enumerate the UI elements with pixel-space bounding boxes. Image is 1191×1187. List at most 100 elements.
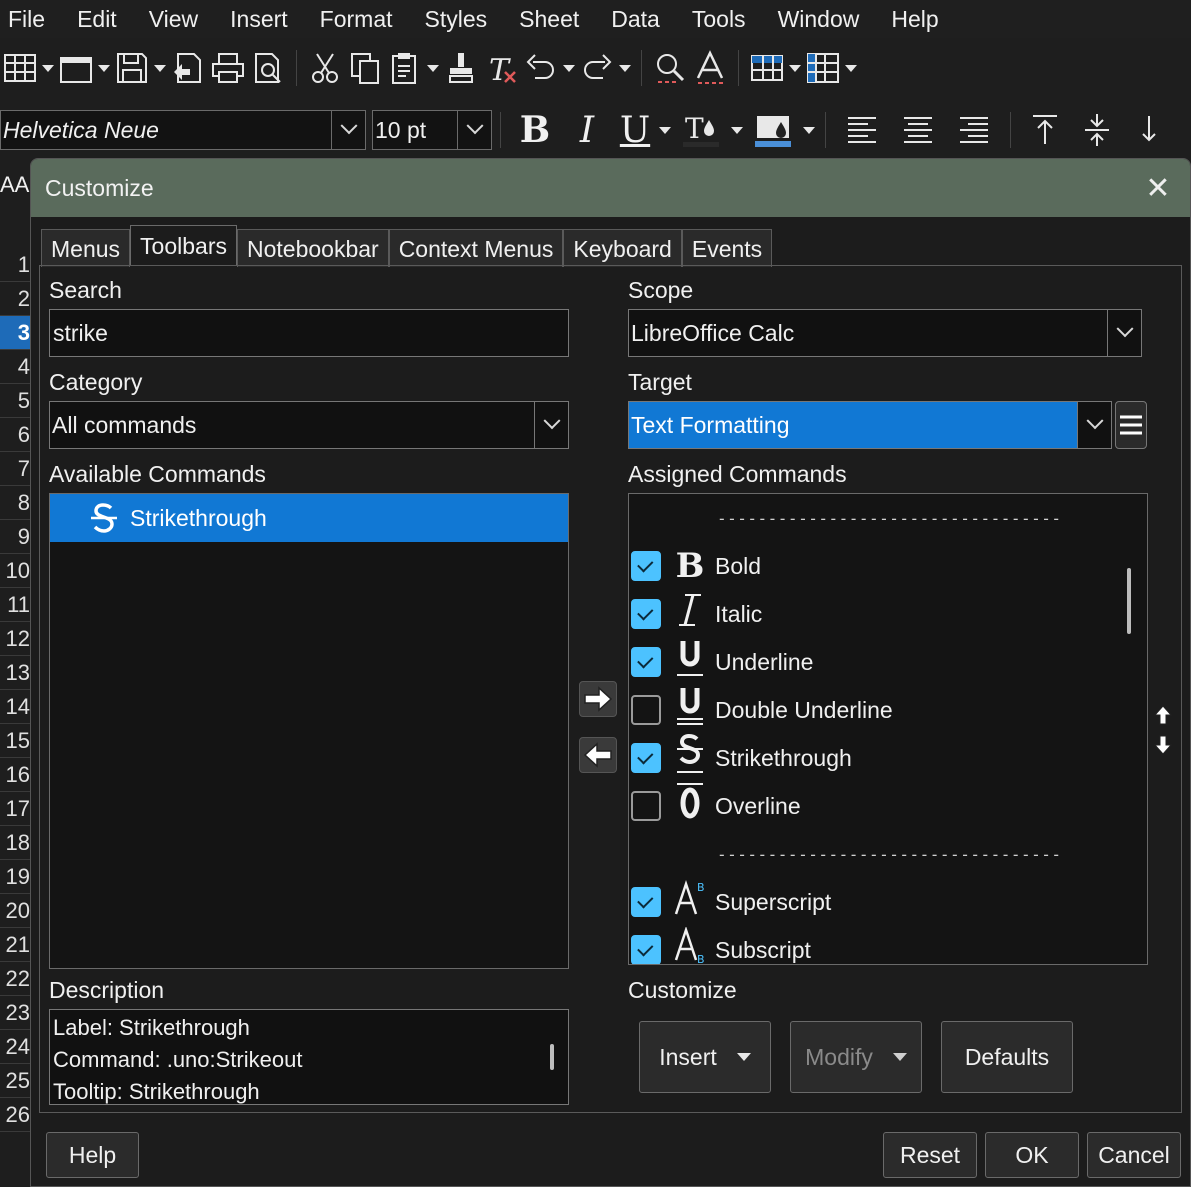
- row-header[interactable]: 2: [0, 282, 30, 316]
- list-item[interactable]: B Superscript: [629, 878, 1147, 926]
- menu-file[interactable]: File: [0, 0, 61, 38]
- background-color-icon[interactable]: [745, 108, 801, 152]
- tab-menus[interactable]: Menus: [41, 229, 131, 267]
- row-header[interactable]: 6: [0, 418, 30, 452]
- dialog-title-bar[interactable]: Customize ✕: [31, 159, 1190, 217]
- clear-formatting-icon[interactable]: T: [481, 46, 521, 90]
- undo-icon[interactable]: [521, 46, 561, 90]
- assigned-commands-list[interactable]: ---------------------------------- B Bol…: [628, 493, 1148, 965]
- paste-dropdown-caret[interactable]: [425, 46, 441, 90]
- category-dropdown[interactable]: All commands: [49, 401, 569, 449]
- menu-styles[interactable]: Styles: [409, 0, 504, 38]
- freeze-icon[interactable]: [803, 46, 843, 90]
- scrollbar-thumb[interactable]: [550, 1044, 554, 1070]
- available-commands-list[interactable]: Strikethrough: [49, 493, 569, 969]
- font-name-combobox[interactable]: Helvetica Neue: [0, 110, 366, 150]
- row-header[interactable]: 1: [0, 248, 30, 282]
- align-center-icon[interactable]: [890, 108, 946, 152]
- move-down-button[interactable]: [1152, 734, 1174, 756]
- row-header[interactable]: 8: [0, 486, 30, 520]
- open-dropdown-caret[interactable]: [96, 46, 112, 90]
- redo-dropdown-caret[interactable]: [617, 46, 633, 90]
- insert-button[interactable]: Insert: [639, 1021, 771, 1093]
- row-header[interactable]: 26: [0, 1098, 30, 1132]
- add-command-button[interactable]: [579, 681, 617, 717]
- background-color-dropdown-caret[interactable]: [801, 108, 817, 152]
- checkbox[interactable]: [631, 791, 661, 821]
- export-icon[interactable]: [168, 46, 208, 90]
- row-header[interactable]: 21: [0, 928, 30, 962]
- separator-row[interactable]: ----------------------------------: [629, 494, 1147, 542]
- tab-toolbars[interactable]: Toolbars: [130, 225, 237, 266]
- underline-button[interactable]: U: [613, 108, 657, 152]
- chevron-down-icon[interactable]: [457, 111, 491, 149]
- align-right-icon[interactable]: [946, 108, 1002, 152]
- list-item[interactable]: Strikethrough: [629, 733, 1147, 782]
- tab-keyboard[interactable]: Keyboard: [563, 229, 682, 267]
- table-dropdown-caret[interactable]: [40, 46, 56, 90]
- headers-dropdown-caret[interactable]: [787, 46, 803, 90]
- redo-icon[interactable]: [577, 46, 617, 90]
- tab-context-menus[interactable]: Context Menus: [388, 229, 564, 267]
- row-header[interactable]: 22: [0, 962, 30, 996]
- chevron-down-icon[interactable]: [534, 402, 568, 448]
- save-icon[interactable]: [112, 46, 152, 90]
- row-header[interactable]: 16: [0, 758, 30, 792]
- open-folder-icon[interactable]: [56, 46, 96, 90]
- list-item[interactable]: Overline: [629, 782, 1147, 830]
- menu-help[interactable]: Help: [875, 0, 954, 38]
- checkbox[interactable]: [631, 887, 661, 917]
- remove-command-button[interactable]: [579, 737, 617, 773]
- list-item[interactable]: Underline: [629, 638, 1147, 686]
- row-header[interactable]: 11: [0, 588, 30, 622]
- search-input[interactable]: strike: [49, 309, 569, 357]
- find-replace-icon[interactable]: [650, 46, 690, 90]
- checkbox[interactable]: [631, 695, 661, 725]
- menu-format[interactable]: Format: [304, 0, 409, 38]
- row-header[interactable]: 4: [0, 350, 30, 384]
- align-top-icon[interactable]: [1019, 108, 1071, 152]
- row-header[interactable]: 24: [0, 1030, 30, 1064]
- row-header[interactable]: 10: [0, 554, 30, 588]
- help-button[interactable]: Help: [46, 1132, 139, 1178]
- copy-icon[interactable]: [345, 46, 385, 90]
- chevron-down-icon[interactable]: [1077, 402, 1111, 448]
- undo-dropdown-caret[interactable]: [561, 46, 577, 90]
- menu-window[interactable]: Window: [762, 0, 876, 38]
- menu-view[interactable]: View: [133, 0, 214, 38]
- freeze-dropdown-caret[interactable]: [843, 46, 859, 90]
- clone-formatting-icon[interactable]: [441, 46, 481, 90]
- font-size-combobox[interactable]: 10 pt: [372, 110, 492, 150]
- separator-row[interactable]: ----------------------------------: [629, 830, 1147, 878]
- row-header[interactable]: 9: [0, 520, 30, 554]
- row-header[interactable]: 18: [0, 826, 30, 860]
- cut-icon[interactable]: [305, 46, 345, 90]
- print-icon[interactable]: [208, 46, 248, 90]
- font-color-icon[interactable]: T: [673, 108, 729, 152]
- table-icon[interactable]: [0, 46, 40, 90]
- checkbox[interactable]: [631, 935, 661, 964]
- menu-tools[interactable]: Tools: [676, 0, 762, 38]
- list-item[interactable]: Double Underline: [629, 686, 1147, 734]
- checkbox[interactable]: [631, 647, 661, 677]
- paste-icon[interactable]: [385, 46, 425, 90]
- name-box[interactable]: AA: [0, 172, 29, 198]
- row-header[interactable]: 17: [0, 792, 30, 826]
- underline-dropdown-caret[interactable]: [657, 108, 673, 152]
- tab-events[interactable]: Events: [681, 229, 773, 267]
- list-item[interactable]: Strikethrough: [50, 494, 568, 542]
- center-vertically-icon[interactable]: [1071, 108, 1123, 152]
- align-left-icon[interactable]: [834, 108, 890, 152]
- reset-button[interactable]: Reset: [883, 1132, 977, 1178]
- chevron-down-icon[interactable]: [331, 111, 365, 149]
- row-header[interactable]: 5: [0, 384, 30, 418]
- save-dropdown-caret[interactable]: [152, 46, 168, 90]
- row-header[interactable]: 20: [0, 894, 30, 928]
- headers-icon[interactable]: [747, 46, 787, 90]
- close-icon[interactable]: ✕: [1140, 171, 1176, 206]
- chevron-down-icon[interactable]: [1107, 310, 1141, 356]
- tab-notebookbar[interactable]: Notebookbar: [236, 229, 389, 267]
- row-header[interactable]: 14: [0, 690, 30, 724]
- modify-button[interactable]: Modify: [790, 1021, 922, 1093]
- menu-data[interactable]: Data: [595, 0, 676, 38]
